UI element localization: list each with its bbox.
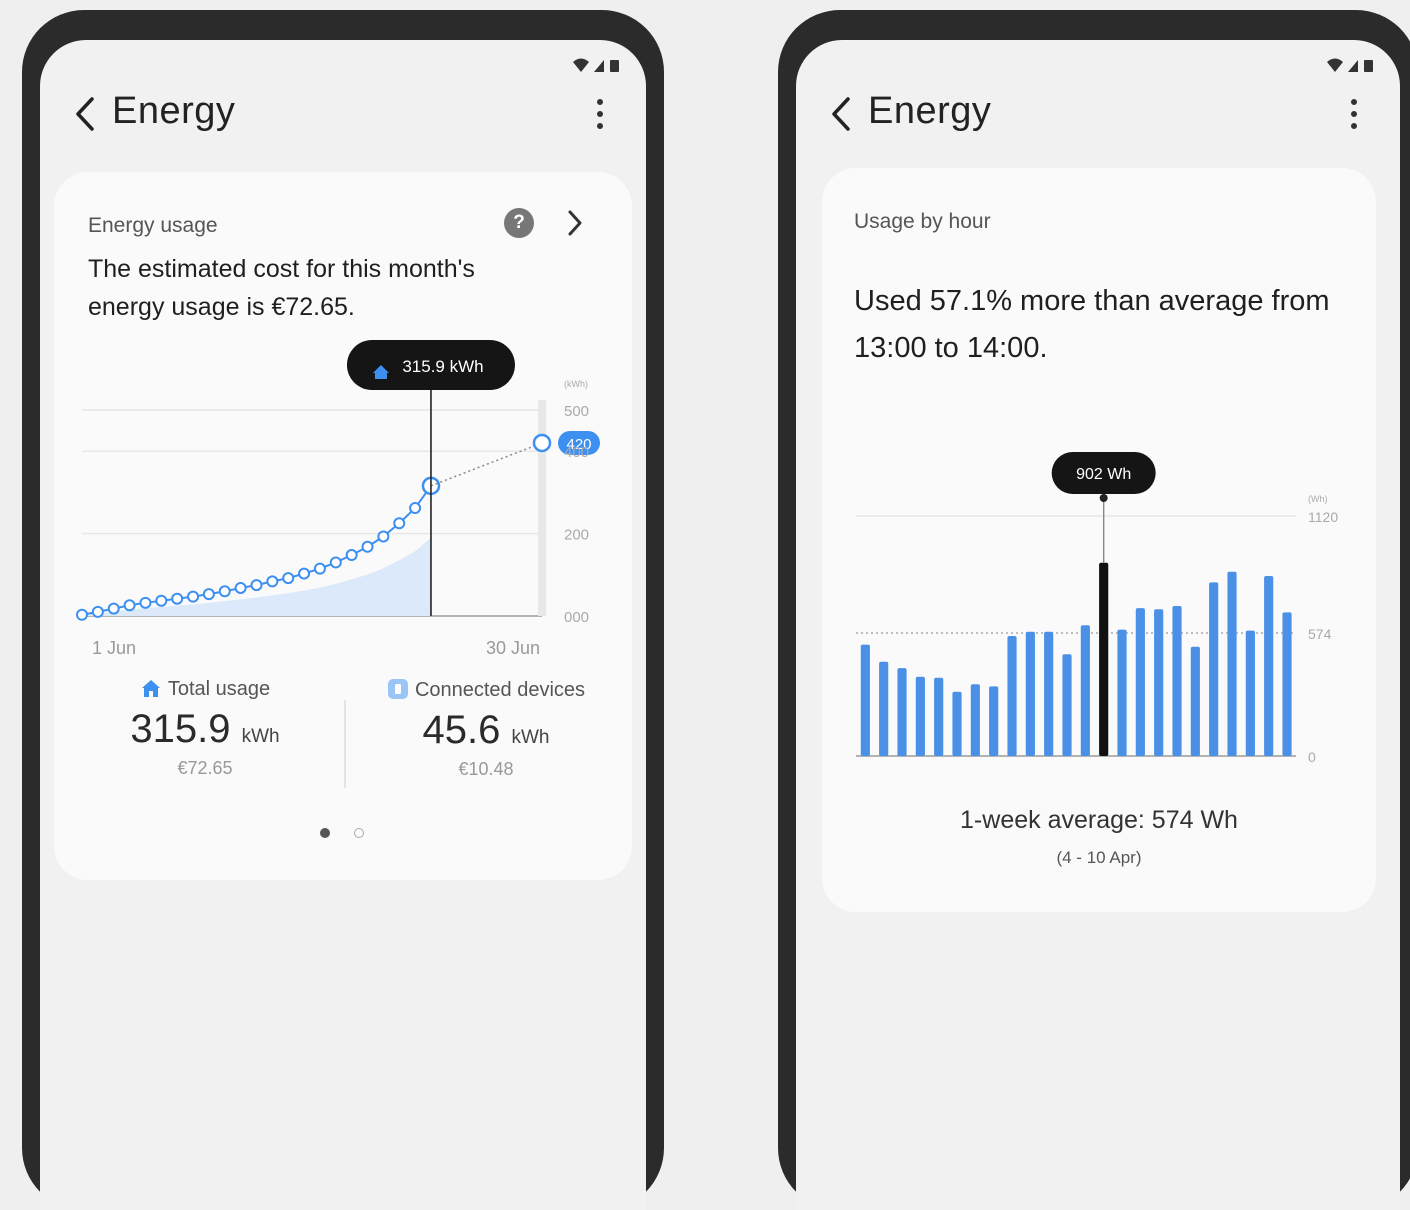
page-dot[interactable]: [354, 828, 364, 838]
data-point: [345, 549, 358, 562]
projection-line: [430, 442, 543, 487]
data-point: [409, 502, 422, 515]
phone-frame-right: Energy Usage by hour Used 57.1% more tha…: [778, 10, 1410, 1210]
data-point: [250, 579, 263, 592]
device-icon: [387, 679, 408, 699]
total-usage-cost: €72.65: [177, 758, 233, 778]
data-point: [91, 605, 104, 618]
bar: [989, 686, 999, 756]
projected-point: [532, 433, 552, 453]
page-indicator[interactable]: [316, 826, 376, 840]
data-point: [76, 608, 88, 621]
connected-devices-value: 45.6: [422, 708, 501, 752]
page-title: Energy: [868, 90, 992, 132]
data-point: [298, 567, 311, 580]
bar: [1007, 636, 1017, 756]
bar: [1209, 582, 1219, 756]
total-usage-unit: kWh: [241, 726, 280, 747]
selected-bar: [1099, 562, 1109, 756]
phone-frame-left: Energy Energy usage ? The estimated cost…: [22, 10, 664, 1210]
page-dot-active[interactable]: [320, 828, 330, 838]
weekly-average-text: 1-week average: 574 Wh: [960, 806, 1238, 834]
monthly-usage-chart: 420 500400200000(kWh)1 Jun 30 Jun 315.9 k…: [76, 340, 600, 658]
data-point: [361, 540, 374, 553]
energy-usage-card[interactable]: Energy usage ? The estimated cost for th…: [54, 172, 632, 880]
bar: [1190, 646, 1200, 756]
x-tick-label: 30 Jun: [486, 638, 540, 658]
y-tick-label: 400: [564, 444, 589, 461]
chart-grid: [82, 400, 546, 617]
screen-energy-usage: Energy Energy usage ? The estimated cost…: [40, 40, 646, 1210]
status-bar-icons: [1327, 58, 1373, 72]
bar: [970, 684, 980, 756]
hourly-usage-chart: 11205740(Wh)00:0012:0024:00 902 Wh: [856, 452, 1338, 765]
tooltip-value: 315.9 kWh: [402, 357, 483, 376]
connected-devices-unit: kWh: [511, 727, 550, 748]
bar: [1282, 612, 1292, 756]
data-point: [393, 517, 406, 530]
y-tick-label: 1120: [1308, 509, 1338, 525]
bar: [934, 677, 944, 756]
cursor-dot: [1099, 494, 1108, 502]
weekly-average-range: (4 - 10 Apr): [1056, 848, 1142, 867]
back-arrow-icon[interactable]: [826, 94, 856, 134]
bar: [1062, 654, 1072, 756]
data-point: [123, 599, 136, 612]
data-point: [377, 530, 390, 543]
bar: [1044, 631, 1054, 756]
bar: [1080, 625, 1090, 756]
bar: [1227, 571, 1237, 756]
data-point: [171, 592, 184, 605]
connected-devices-cost: €10.48: [458, 759, 514, 779]
y-tick-label: 500: [564, 403, 589, 420]
bar: [860, 644, 870, 756]
status-bar-icons: [573, 58, 619, 72]
data-point: [107, 602, 120, 615]
data-point: [202, 588, 215, 601]
connected-devices-stat: Connected devices 45.6 kWh €10.48: [366, 678, 606, 780]
data-point: [155, 594, 168, 607]
data-point: [187, 590, 200, 603]
bar: [1135, 608, 1145, 756]
bar: [1245, 630, 1255, 756]
bar: [1264, 576, 1274, 756]
page-title: Energy: [112, 90, 236, 132]
data-point: [234, 581, 247, 594]
data-point: [329, 556, 342, 569]
x-tick-label: 1 Jun: [92, 638, 136, 658]
data-point: [282, 572, 295, 585]
app-bar: Energy: [40, 88, 646, 148]
more-options-icon[interactable]: [590, 94, 610, 134]
home-icon: [141, 680, 160, 697]
data-point: [139, 596, 152, 609]
screen-usage-by-hour: Energy Usage by hour Used 57.1% more tha…: [796, 40, 1400, 1210]
y-tick-label: 000: [564, 609, 589, 626]
total-usage-value: 315.9: [130, 707, 231, 751]
tooltip-value: 902 Wh: [1076, 466, 1131, 483]
y-tick-label: 0: [1308, 749, 1316, 765]
data-point: [313, 562, 326, 575]
total-usage-label: Total usage: [167, 678, 271, 700]
back-arrow-icon[interactable]: [70, 94, 100, 134]
app-bar: Energy: [796, 88, 1400, 148]
bar: [915, 676, 925, 756]
data-point: [218, 585, 231, 598]
y-tick-label: 200: [564, 527, 589, 544]
bar: [1154, 609, 1164, 756]
y-tick-label: 574: [1308, 626, 1332, 642]
bar: [1025, 631, 1035, 756]
bar: [879, 661, 889, 756]
bar: [897, 668, 907, 756]
y-axis-unit: (Wh): [1308, 494, 1328, 504]
total-usage-stat: Total usage 315.9 kWh €72.65: [90, 678, 320, 779]
data-point: [266, 575, 279, 588]
usage-by-hour-card[interactable]: Usage by hour Used 57.1% more than avera…: [822, 168, 1376, 912]
stat-divider: [344, 700, 346, 788]
more-options-icon[interactable]: [1344, 94, 1364, 134]
y-axis-unit: (kWh): [564, 379, 588, 389]
connected-devices-label: Connected devices: [414, 679, 586, 701]
bar: [1172, 606, 1182, 756]
bar: [952, 691, 962, 756]
bar: [1117, 629, 1127, 756]
